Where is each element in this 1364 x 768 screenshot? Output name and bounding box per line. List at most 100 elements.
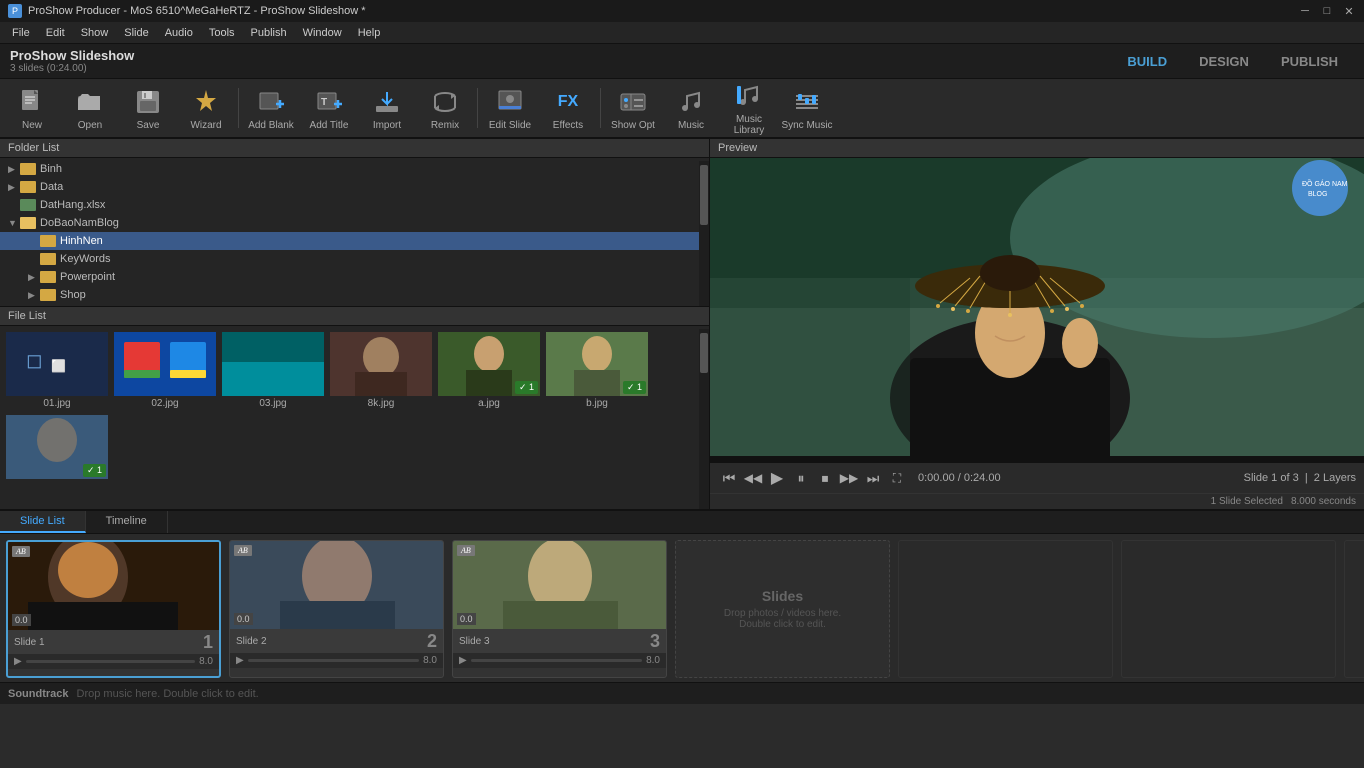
file-item-a[interactable]: ✓ 1 a.jpg	[438, 332, 540, 409]
music-library-icon	[733, 80, 765, 112]
file-name-b: b.jpg	[546, 398, 648, 409]
menu-slide[interactable]: Slide	[116, 25, 156, 41]
file-name-01: 01.jpg	[6, 398, 108, 409]
play-button[interactable]: ▶	[766, 467, 788, 489]
folder-item-shop[interactable]: ▶ Shop	[0, 286, 709, 302]
menu-audio[interactable]: Audio	[157, 25, 201, 41]
slide-count: 3 slides (0:24.00)	[10, 63, 134, 74]
fullscreen-button[interactable]: ⛶	[886, 467, 908, 489]
show-opt-button[interactable]: Show Opt	[605, 80, 661, 136]
slide-item-2[interactable]: AB 0.0 Slide 2 2 ▶ 8.0	[229, 540, 444, 678]
menu-show[interactable]: Show	[73, 25, 117, 41]
music-button[interactable]: Music	[663, 80, 719, 136]
edit-slide-button[interactable]: Edit Slide	[482, 80, 538, 136]
preview-seek-bar[interactable]	[710, 456, 1364, 462]
file-scrollbar[interactable]	[699, 329, 709, 509]
empty-slide-3[interactable]	[1121, 540, 1336, 678]
import-icon	[371, 86, 403, 118]
file-item-8k[interactable]: 8k.jpg	[330, 332, 432, 409]
remix-button[interactable]: Remix	[417, 80, 473, 136]
slide-1-score: 0.0	[12, 614, 31, 626]
import-button[interactable]: Import	[359, 80, 415, 136]
folder-scrollbar[interactable]	[699, 161, 709, 307]
window-controls[interactable]: ─ □ ✕	[1298, 4, 1356, 18]
slide-2-play-icon[interactable]: ▶	[236, 655, 244, 666]
slide-item-3[interactable]: AB 0.0 Slide 3 3 ▶ 8.0	[452, 540, 667, 678]
step-back-button[interactable]: ◀◀	[742, 467, 764, 489]
sync-music-icon	[791, 86, 823, 118]
wizard-icon	[190, 86, 222, 118]
folder-label-binh: Binh	[40, 163, 62, 175]
file-thumbnail-b: ✓ 1	[546, 332, 648, 396]
folder-label-keywords: KeyWords	[60, 253, 111, 265]
slide-3-play-icon[interactable]: ▶	[459, 655, 467, 666]
skip-to-end-button[interactable]: ⏭	[862, 467, 884, 489]
pause-button[interactable]: ⏸	[790, 467, 812, 489]
empty-slide-4[interactable]	[1344, 540, 1364, 678]
svg-text:T: T	[321, 97, 327, 108]
menu-file[interactable]: File	[4, 25, 38, 41]
tab-slide-list[interactable]: Slide List	[0, 511, 86, 533]
add-blank-icon	[255, 86, 287, 118]
open-icon	[74, 86, 106, 118]
stop-button[interactable]: ⏹	[814, 467, 836, 489]
folder-list-header: Folder List	[0, 139, 709, 158]
menu-help[interactable]: Help	[350, 25, 389, 41]
file-item-01[interactable]: ◻⬜ 01.jpg	[6, 332, 108, 409]
slide-strip: AB 0.0 Slide 1 1 ▶ 8.0 AB 0.0	[0, 534, 1364, 682]
file-item-c[interactable]: ✓ 1	[6, 415, 108, 481]
minimize-button[interactable]: ─	[1298, 4, 1312, 18]
close-button[interactable]: ✕	[1342, 4, 1356, 18]
maximize-button[interactable]: □	[1320, 4, 1334, 18]
folder-item-powerpoint[interactable]: ▶ Powerpoint	[0, 268, 709, 286]
tab-design[interactable]: DESIGN	[1183, 51, 1265, 72]
soundtrack-hint: Drop music here. Double click to edit.	[77, 688, 259, 700]
file-check-a: ✓ 1	[515, 381, 538, 394]
folder-item-dobaonam[interactable]: ▼ DoBaoNamBlog	[0, 214, 709, 232]
empty-slide-hint1: Drop photos / videos here.	[724, 608, 841, 619]
save-button[interactable]: Save	[120, 80, 176, 136]
slide-1-duration: 8.0	[199, 656, 213, 667]
sync-music-label: Sync Music	[781, 120, 832, 131]
svg-text:BLOG: BLOG	[1308, 191, 1327, 198]
folder-item-binh[interactable]: ▶ Binh	[0, 160, 709, 178]
menu-tools[interactable]: Tools	[201, 25, 243, 41]
tab-build[interactable]: BUILD	[1111, 51, 1183, 72]
layer-count: 2 Layers	[1314, 472, 1356, 484]
music-library-button[interactable]: Music Library	[721, 80, 777, 136]
slide-item-1[interactable]: AB 0.0 Slide 1 1 ▶ 8.0	[6, 540, 221, 678]
slide-1-play-row: ▶ 8.0	[8, 654, 219, 669]
menu-publish[interactable]: Publish	[243, 25, 295, 41]
file-item-02[interactable]: 02.jpg	[114, 332, 216, 409]
open-button[interactable]: Open	[62, 80, 118, 136]
new-button[interactable]: New	[4, 80, 60, 136]
menu-window[interactable]: Window	[295, 25, 350, 41]
slide-3-num: 3	[650, 632, 660, 650]
folder-item-keywords[interactable]: ▶ KeyWords	[0, 250, 709, 268]
step-forward-button[interactable]: ▶▶	[838, 467, 860, 489]
sync-music-button[interactable]: Sync Music	[779, 80, 835, 136]
menu-edit[interactable]: Edit	[38, 25, 73, 41]
folder-item-hinnen[interactable]: ▶ HinhNen	[0, 232, 709, 250]
wizard-button[interactable]: Wizard	[178, 80, 234, 136]
skip-to-start-button[interactable]: ⏮	[718, 467, 740, 489]
folder-item-dathang[interactable]: ▶ DatHang.xlsx	[0, 196, 709, 214]
tab-publish[interactable]: PUBLISH	[1265, 51, 1354, 72]
slide-1-play-icon[interactable]: ▶	[14, 656, 22, 667]
menubar: File Edit Show Slide Audio Tools Publish…	[0, 22, 1364, 44]
tab-timeline[interactable]: Timeline	[86, 511, 168, 533]
file-item-b[interactable]: ✓ 1 b.jpg	[546, 332, 648, 409]
file-item-03[interactable]: 03.jpg	[222, 332, 324, 409]
empty-slide-1[interactable]: Slides Drop photos / videos here. Double…	[675, 540, 890, 678]
titlebar-left: P ProShow Producer - MoS 6510^MeGaHeRTZ …	[8, 4, 366, 18]
effects-button[interactable]: FX Effects	[540, 80, 596, 136]
add-title-button[interactable]: T Add Title	[301, 80, 357, 136]
effects-icon: FX	[552, 86, 584, 118]
effects-label: Effects	[553, 120, 583, 131]
add-blank-button[interactable]: Add Blank	[243, 80, 299, 136]
folder-item-data[interactable]: ▶ Data	[0, 178, 709, 196]
empty-slide-2[interactable]	[898, 540, 1113, 678]
slide-1-ab-badge: AB	[12, 546, 30, 557]
folder-tree: ▶ Binh ▶ Data ▶ DatHang.xlsx	[0, 158, 709, 302]
folder-icon-keywords	[40, 253, 56, 265]
